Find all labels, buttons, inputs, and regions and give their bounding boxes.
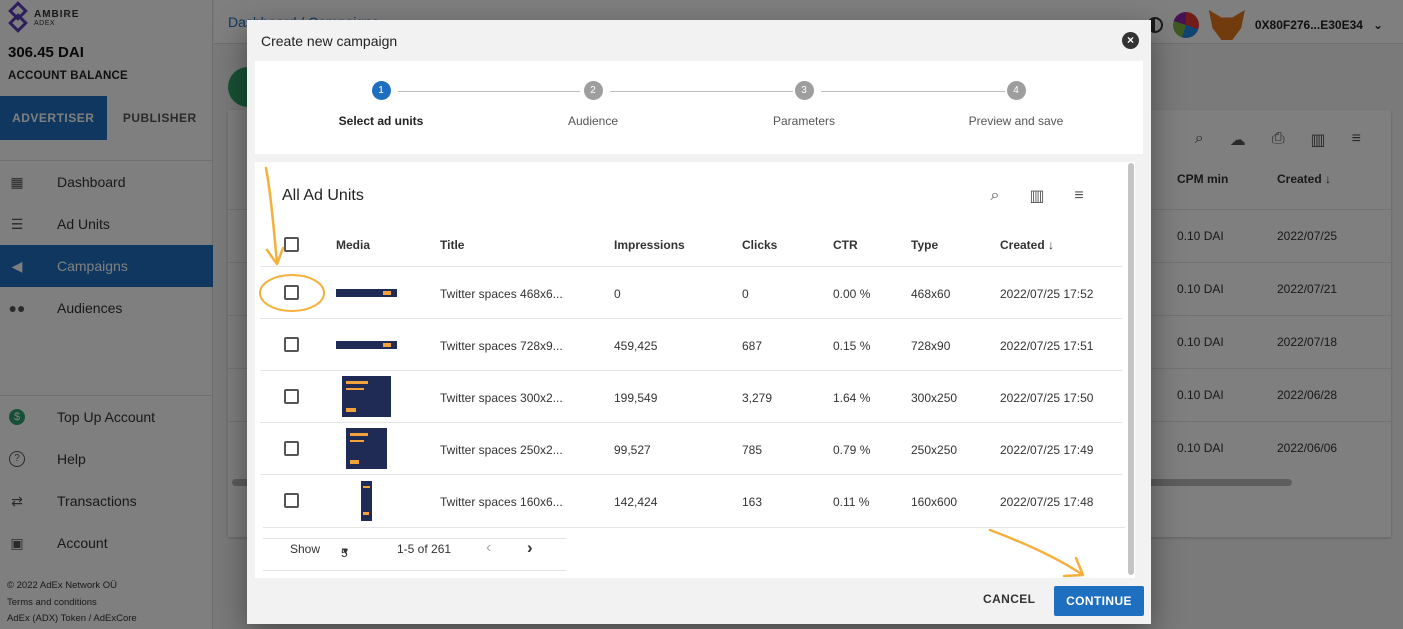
step-label: Preview and save [968, 114, 1064, 128]
type-cell: 728x90 [911, 339, 951, 353]
ctr-cell: 0.00 % [833, 287, 871, 301]
impressions-cell: 459,425 [614, 339, 658, 353]
cancel-button[interactable]: CANCEL [983, 592, 1035, 606]
table-row[interactable]: Twitter spaces 468x6... 0 0 0.00 % 468x6… [260, 266, 1122, 318]
column-header-clicks[interactable]: Clicks [742, 238, 777, 252]
previous-page-icon[interactable]: ‹ [486, 539, 491, 557]
impressions-cell: 99,527 [614, 443, 651, 457]
filter-icon[interactable]: ≡ [1069, 186, 1089, 206]
column-header-impressions[interactable]: Impressions [614, 238, 685, 252]
table-row[interactable]: Twitter spaces 300x2... 199,549 3,279 1.… [260, 370, 1122, 422]
ctr-cell: 0.79 % [833, 443, 871, 457]
clicks-cell: 0 [742, 287, 749, 301]
search-icon[interactable]: ⌕ [985, 186, 1005, 206]
table-row[interactable]: Twitter spaces 160x6... 142,424 163 0.11… [260, 474, 1122, 526]
table-row[interactable]: Twitter spaces 728x9... 459,425 687 0.15… [260, 318, 1122, 370]
column-header-media: Media [336, 238, 371, 252]
clicks-cell: 687 [742, 339, 763, 353]
page-range: 1-5 of 261 [397, 542, 452, 556]
vertical-scrollbar[interactable] [1128, 163, 1134, 575]
created-cell: 2022/07/25 17:48 [1000, 495, 1094, 509]
type-cell: 250x250 [911, 443, 958, 457]
step-parameters: 3 Parameters [724, 81, 884, 128]
ad-units-title: All Ad Units [282, 187, 364, 204]
column-header-title[interactable]: Title [440, 238, 464, 252]
ad-thumbnail [342, 376, 391, 417]
title-cell: Twitter spaces 160x6... [440, 495, 563, 509]
type-cell: 160x600 [911, 495, 958, 509]
column-header-type[interactable]: Type [911, 238, 938, 252]
type-cell: 300x250 [911, 391, 958, 405]
impressions-cell: 199,549 [614, 391, 658, 405]
created-cell: 2022/07/25 17:49 [1000, 443, 1094, 457]
step-audience: 2 Audience [513, 81, 673, 128]
clicks-cell: 163 [742, 495, 763, 509]
step-number: 3 [794, 81, 814, 100]
ctr-cell: 0.11 % [833, 495, 870, 509]
ad-units-table: All Ad Units ⌕ ▥ ≡ Media Title Impressio… [255, 162, 1135, 578]
title-cell: Twitter spaces 468x6... [440, 287, 563, 301]
pagination-controls: Show 5 ▼ 1-5 of 261 ‹ › [263, 526, 566, 571]
created-cell: 2022/07/25 17:52 [1000, 287, 1094, 301]
columns-icon[interactable]: ▥ [1027, 186, 1047, 206]
row-checkbox[interactable] [284, 441, 299, 456]
title-cell: Twitter spaces 300x2... [440, 391, 563, 405]
step-number: 4 [1006, 81, 1026, 100]
rows-per-page-label: Show [290, 542, 321, 556]
impressions-cell: 142,424 [614, 495, 658, 509]
ad-thumbnail [361, 481, 372, 521]
title-cell: Twitter spaces 250x2... [440, 443, 563, 457]
continue-button[interactable]: CONTINUE [1054, 586, 1144, 616]
row-checkbox[interactable] [284, 337, 299, 352]
create-campaign-dialog: Create new campaign × 1 Select ad units … [247, 20, 1151, 624]
close-icon[interactable]: × [1122, 32, 1139, 49]
next-page-icon[interactable]: › [527, 538, 533, 558]
step-preview-and-save: 4 Preview and save [936, 81, 1096, 128]
clicks-cell: 3,279 [742, 391, 773, 405]
row-checkbox[interactable] [284, 285, 299, 300]
clicks-cell: 785 [742, 443, 763, 457]
step-number: 2 [583, 81, 603, 100]
dialog-actions: CANCEL CONTINUE [247, 578, 1151, 624]
ctr-cell: 1.64 % [833, 391, 871, 405]
title-cell: Twitter spaces 728x9... [440, 339, 563, 353]
step-label: Parameters [772, 114, 836, 128]
stepper: 1 Select ad units 2 Audience 3 Parameter… [255, 61, 1143, 154]
step-number: 1 [371, 81, 391, 100]
table-row[interactable]: Twitter spaces 250x2... 99,527 785 0.79 … [260, 422, 1122, 474]
column-header-ctr[interactable]: CTR [833, 238, 858, 252]
impressions-cell: 0 [614, 287, 621, 301]
step-select-ad-units: 1 Select ad units [301, 81, 461, 128]
ad-thumbnail [346, 428, 387, 469]
created-cell: 2022/07/25 17:51 [1000, 339, 1094, 353]
ctr-cell: 0.15 % [833, 339, 871, 353]
row-checkbox[interactable] [284, 389, 299, 404]
ad-thumbnail [336, 289, 397, 297]
ad-thumbnail [336, 341, 397, 349]
select-all-checkbox[interactable] [284, 237, 299, 252]
step-label: Audience [567, 114, 619, 128]
row-checkbox[interactable] [284, 493, 299, 508]
step-label: Select ad units [338, 114, 424, 128]
arrow-drop-down-icon: ▼ [341, 546, 350, 556]
created-cell: 2022/07/25 17:50 [1000, 391, 1094, 405]
column-header-created[interactable]: Created ↓ [1000, 238, 1054, 252]
type-cell: 468x60 [911, 287, 951, 301]
dialog-title: Create new campaign [261, 33, 398, 49]
ad-units-toolbar: ⌕ ▥ ≡ [985, 186, 1089, 206]
